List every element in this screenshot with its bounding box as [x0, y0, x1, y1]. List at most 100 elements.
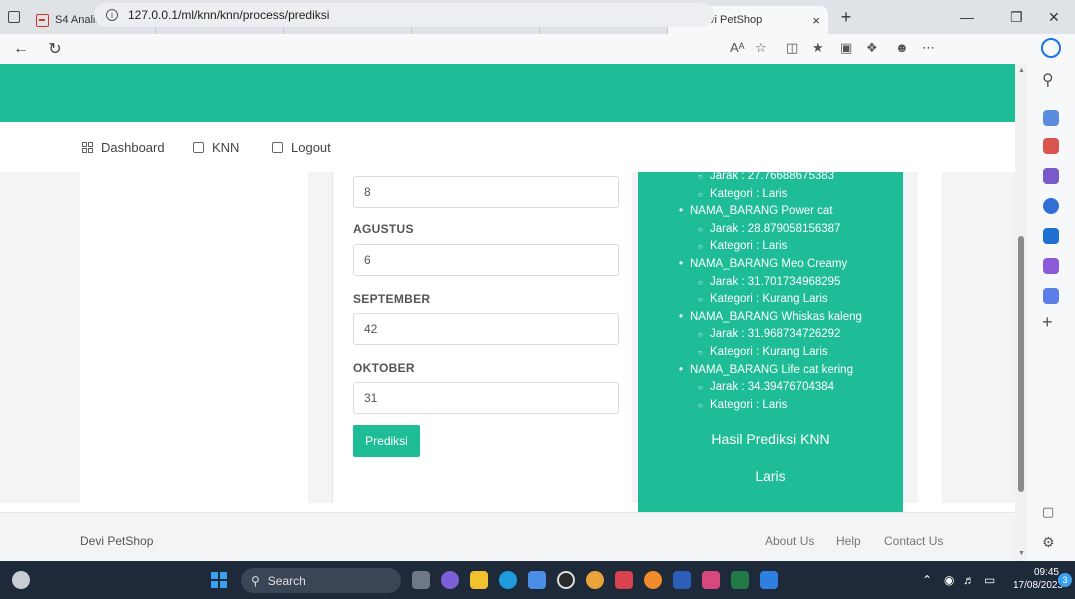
hasil-prediksi-value: Laris	[755, 468, 786, 484]
page-scrollbar[interactable]: ▲ ▼	[1015, 64, 1027, 561]
collections-icon[interactable]: ▣	[840, 40, 852, 56]
knn-icon	[193, 142, 204, 153]
field-label-september: SEPTEMBER	[353, 292, 431, 306]
sidebar-games-icon[interactable]	[1043, 168, 1059, 184]
github-icon[interactable]	[557, 571, 575, 589]
footer-contact-link[interactable]: Contact Us	[884, 534, 943, 548]
taskbar-search-label: Search	[267, 573, 306, 588]
excel-icon[interactable]	[731, 571, 749, 589]
sidebar-designer-icon[interactable]	[1043, 258, 1059, 274]
neighbor-item: NAMA_BARANG Life cat kering	[679, 364, 853, 376]
task-view-icon[interactable]	[412, 571, 430, 589]
favorite-star-icon[interactable]: ☆	[755, 40, 767, 56]
notification-badge[interactable]: 3	[1058, 573, 1072, 587]
hasil-prediksi-title: Hasil Prediksi KNN	[711, 431, 830, 447]
edge-sidebar: ⚲ + ▢ ⚙	[1027, 34, 1075, 561]
footer-about-link[interactable]: About Us	[765, 534, 814, 548]
nav-dashboard-label: Dashboard	[101, 140, 165, 155]
nav-logout-label: Logout	[291, 140, 331, 155]
nav-dashboard[interactable]: Dashboard	[82, 140, 165, 155]
system-clock[interactable]: 09:45 17/08/2023	[1013, 566, 1063, 592]
close-window-button[interactable]: ✕	[1048, 0, 1060, 34]
site-info-icon[interactable]: i	[106, 9, 118, 21]
sidebar-layout-icon[interactable]: ▢	[1042, 504, 1054, 520]
neighbor-item: NAMA_BARANG Meo Creamy	[679, 258, 847, 270]
field-label-agustus: AGUSTUS	[353, 222, 414, 236]
prediksi-button[interactable]: Prediksi	[353, 425, 420, 457]
sidebar-tools-icon[interactable]	[1043, 138, 1059, 154]
neighbor-detail: Jarak : 31.968734726292	[698, 328, 840, 340]
file-explorer-icon[interactable]	[470, 571, 488, 589]
back-icon[interactable]: ←	[8, 40, 34, 58]
word-icon[interactable]	[673, 571, 691, 589]
network-icon[interactable]: ◉	[944, 573, 954, 587]
chrome-icon[interactable]	[586, 571, 604, 589]
oktober-input[interactable]	[353, 382, 619, 414]
firefox-icon[interactable]	[644, 571, 662, 589]
neighbor-detail: Jarak : 34.39476704384	[698, 381, 834, 393]
sidebar-drop-icon[interactable]	[1043, 288, 1059, 304]
url-text: 127.0.0.1/ml/knn/knn/process/prediksi	[128, 8, 330, 22]
restore-button[interactable]: ❐	[1010, 0, 1023, 34]
sidebar-settings-icon[interactable]: ⚙	[1042, 534, 1055, 551]
month-input-previous[interactable]	[353, 176, 619, 208]
bing-chat-icon[interactable]	[1041, 38, 1061, 58]
page-viewport: Dashboard KNN Logout AGUSTUS SEPTEMBER O…	[0, 64, 1015, 561]
vscode-icon[interactable]	[760, 571, 778, 589]
security-app-icon[interactable]	[615, 571, 633, 589]
logout-icon	[272, 142, 283, 153]
sidebar-outlook-icon[interactable]	[1043, 228, 1059, 244]
taskbar-search[interactable]: ⚲ Search	[241, 568, 401, 593]
scroll-up-icon[interactable]: ▲	[1018, 67, 1025, 74]
read-aloud-icon[interactable]: A​ᴬ	[730, 40, 745, 55]
search-icon: ⚲	[251, 573, 260, 588]
edge-taskbar-icon[interactable]	[499, 571, 517, 589]
start-button-icon[interactable]	[211, 572, 227, 588]
volume-icon[interactable]: ♬	[963, 573, 975, 587]
sidebar-microsoft365-icon[interactable]	[1043, 198, 1059, 214]
neighbor-detail: Jarak : 31.701734968295	[698, 276, 840, 288]
footer-help-link[interactable]: Help	[836, 534, 861, 548]
minimize-button[interactable]: —	[960, 0, 974, 34]
tab-actions-icon[interactable]	[0, 0, 28, 34]
neighbor-detail: Kategori : Laris	[698, 188, 787, 200]
profile-icon[interactable]: ☻	[895, 40, 909, 55]
nav-knn[interactable]: KNN	[193, 140, 239, 155]
scroll-down-icon[interactable]: ▼	[1018, 550, 1025, 557]
scroll-thumb[interactable]	[1018, 236, 1024, 492]
nav-knn-label: KNN	[212, 140, 240, 155]
sidebar-add-icon[interactable]: +	[1042, 312, 1053, 333]
header-banner	[0, 64, 1015, 122]
favorites-icon[interactable]: ★	[812, 40, 824, 56]
battery-icon[interactable]: ▭	[984, 573, 995, 587]
extensions-icon[interactable]: ❖	[866, 40, 878, 56]
tray-overflow-icon[interactable]: ⌃	[922, 573, 932, 587]
neighbor-detail: Jarak : 27.76688675383	[698, 170, 834, 182]
neighbor-detail: Jarak : 28.879058156387	[698, 223, 840, 235]
split-screen-icon[interactable]: ◫	[786, 40, 798, 56]
neighbor-item: NAMA_BARANG Power cat	[679, 205, 832, 217]
new-tab-button[interactable]: +	[834, 7, 858, 28]
neighbor-detail: Kategori : Kurang Laris	[698, 346, 828, 358]
sidebar-search-icon[interactable]: ⚲	[1042, 70, 1054, 90]
close-tab-icon[interactable]: ×	[812, 13, 820, 28]
pdf-favicon-icon	[36, 13, 49, 27]
more-menu-icon[interactable]: ⋯	[922, 40, 935, 56]
store-icon[interactable]	[528, 571, 546, 589]
neighbor-detail: Kategori : Kurang Laris	[698, 293, 828, 305]
sidebar-shopping-icon[interactable]	[1043, 110, 1059, 126]
right-panel	[918, 172, 942, 503]
paint-app-icon[interactable]	[702, 571, 720, 589]
field-label-oktober: OKTOBER	[353, 361, 415, 375]
refresh-icon[interactable]: ↻	[42, 39, 68, 59]
nav-logout[interactable]: Logout	[272, 140, 331, 155]
agustus-input[interactable]	[353, 244, 619, 276]
knn-result-panel: Jarak : 27.76688675383 Kategori : Laris NA…	[638, 170, 903, 512]
left-panel	[80, 172, 308, 503]
weather-widget-icon[interactable]	[12, 571, 30, 589]
url-field[interactable]: i 127.0.0.1/ml/knn/knn/process/prediksi	[94, 3, 714, 27]
september-input[interactable]	[353, 313, 619, 345]
windows-taskbar: ⚲ Search ⌃ ◉ ♬ ▭ 09:45 17/08/2023 3	[0, 561, 1075, 599]
chat-app-icon[interactable]	[441, 571, 459, 589]
neighbor-detail: Kategori : Laris	[698, 399, 787, 411]
